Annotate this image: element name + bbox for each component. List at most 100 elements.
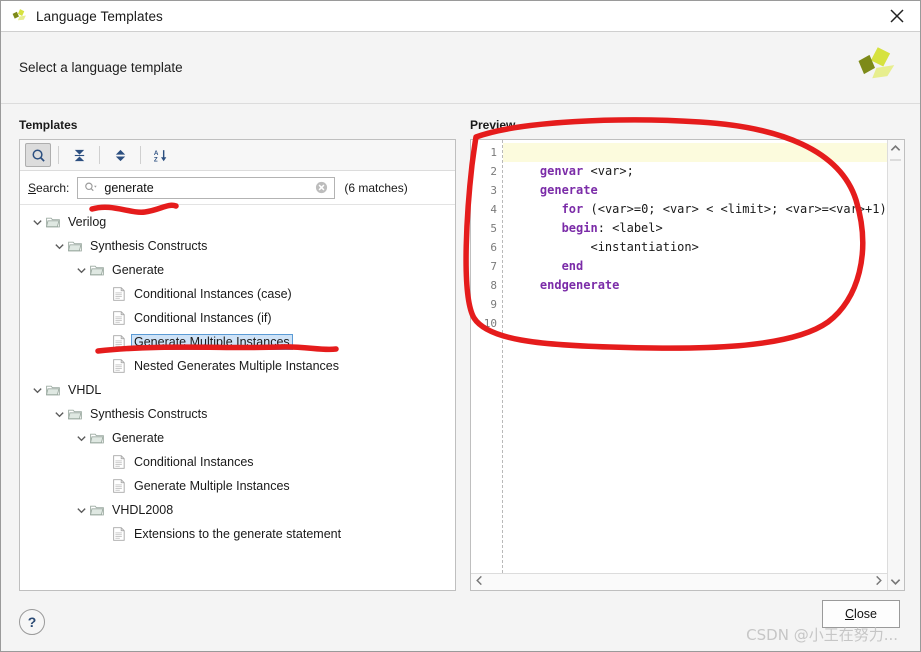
toolbar-separator bbox=[140, 146, 141, 164]
tree-item-label: Generate Multiple Instances bbox=[134, 479, 290, 493]
preview-panel: Preview 1 2 3 4 5 6 7 8 9 10 genvar <var>; genera… bbox=[470, 118, 905, 591]
dialog-header: Select a language template bbox=[1, 32, 920, 104]
tree-item[interactable]: Verilog bbox=[20, 210, 455, 234]
chevron-down-icon[interactable] bbox=[30, 385, 44, 396]
line-number: 9 bbox=[490, 298, 497, 311]
code-keyword: end bbox=[561, 259, 584, 273]
tree-item[interactable]: Synthesis Constructs bbox=[20, 234, 455, 258]
search-field[interactable] bbox=[77, 176, 336, 199]
title-bar: Language Templates bbox=[1, 1, 920, 32]
line-number: 5 bbox=[490, 222, 497, 235]
tree-item[interactable]: Conditional Instances (case) bbox=[20, 282, 455, 306]
code-line: <instantiation> bbox=[503, 238, 887, 257]
tree-item[interactable]: Conditional Instances (if) bbox=[20, 306, 455, 330]
search-row: Search: generate (6 matches) bbox=[20, 171, 455, 205]
preview-label: Preview bbox=[470, 118, 516, 132]
toolbar-separator bbox=[99, 146, 100, 164]
tree-item-label: Generate Multiple Instances bbox=[131, 334, 293, 350]
line-number: 7 bbox=[490, 260, 497, 273]
vivado-logo-icon bbox=[852, 44, 898, 91]
file-icon bbox=[110, 311, 128, 325]
chevron-right-icon[interactable] bbox=[873, 575, 884, 589]
search-input[interactable] bbox=[104, 180, 316, 195]
close-icon[interactable] bbox=[874, 1, 920, 31]
code-line: genvar <var>; bbox=[503, 162, 887, 181]
folder-icon bbox=[44, 216, 62, 228]
code-line: endgenerate bbox=[503, 276, 887, 295]
code-text: : <label> bbox=[597, 221, 663, 235]
tree-item[interactable]: Generate Multiple Instances bbox=[20, 474, 455, 498]
tree-item-label: Conditional Instances (if) bbox=[134, 311, 272, 325]
chevron-down-icon[interactable] bbox=[52, 241, 66, 252]
code-keyword: begin bbox=[561, 221, 598, 235]
code-keyword: genvar bbox=[539, 164, 584, 178]
sort-alpha-icon[interactable]: A Z bbox=[148, 143, 174, 167]
line-number: 8 bbox=[490, 279, 497, 292]
tree-item[interactable]: VHDL bbox=[20, 378, 455, 402]
expand-all-button[interactable] bbox=[107, 143, 133, 167]
scrollbar-thumb[interactable] bbox=[890, 159, 902, 161]
tree-item-label: Nested Generates Multiple Instances bbox=[134, 359, 339, 373]
tree-item-label: Extensions to the generate statement bbox=[134, 527, 342, 541]
code-content[interactable]: genvar <var>; generate for (<var>=0; <va… bbox=[503, 140, 887, 573]
collapse-all-button[interactable] bbox=[66, 143, 92, 167]
chevron-up-icon[interactable] bbox=[887, 140, 904, 157]
code-line bbox=[503, 143, 887, 162]
window-title: Language Templates bbox=[36, 8, 163, 24]
tree-item[interactable]: Nested Generates Multiple Instances bbox=[20, 354, 455, 378]
header-instruction: Select a language template bbox=[19, 60, 183, 75]
tree-item[interactable]: Generate Multiple Instances bbox=[20, 330, 455, 354]
clear-circle-icon[interactable] bbox=[315, 181, 328, 194]
chevron-down-icon[interactable] bbox=[74, 505, 88, 516]
code-line: generate bbox=[503, 181, 887, 200]
folder-icon bbox=[88, 504, 106, 516]
file-icon bbox=[110, 359, 128, 373]
tree-item[interactable]: Generate bbox=[20, 426, 455, 450]
line-number: 3 bbox=[490, 184, 497, 197]
tree-item[interactable]: Conditional Instances bbox=[20, 450, 455, 474]
tree-item-label: Synthesis Constructs bbox=[90, 407, 208, 421]
help-button[interactable]: ? bbox=[19, 608, 45, 635]
file-icon bbox=[110, 335, 128, 349]
chevron-down-icon[interactable] bbox=[74, 265, 88, 276]
chevron-down-icon[interactable] bbox=[74, 433, 88, 444]
tree-item-label: VHDL2008 bbox=[112, 503, 174, 517]
chevron-down-icon[interactable] bbox=[52, 409, 66, 420]
chevron-down-icon[interactable] bbox=[887, 573, 904, 590]
templates-toolbar: A Z bbox=[20, 140, 455, 171]
folder-icon bbox=[88, 264, 106, 276]
tree-item-label: Generate bbox=[112, 263, 165, 277]
tree-item-label: VHDL bbox=[68, 383, 102, 397]
line-number: 4 bbox=[490, 203, 497, 216]
code-keyword: for bbox=[561, 202, 584, 216]
folder-icon bbox=[66, 408, 84, 420]
chevron-down-icon[interactable] bbox=[30, 217, 44, 228]
line-number: 6 bbox=[490, 241, 497, 254]
search-dropdown-icon[interactable] bbox=[84, 181, 98, 194]
file-icon bbox=[110, 527, 128, 541]
tree-item[interactable]: Generate bbox=[20, 258, 455, 282]
file-icon bbox=[110, 287, 128, 301]
line-number: 1 bbox=[490, 146, 497, 159]
chevron-left-icon[interactable] bbox=[474, 575, 485, 589]
dialog-body: Templates A Z Search: generate (6 matche… bbox=[1, 104, 920, 591]
line-number: 2 bbox=[490, 165, 497, 178]
vertical-scrollbar[interactable] bbox=[886, 140, 904, 590]
close-button[interactable]: Close bbox=[822, 600, 900, 628]
line-number-gutter: 1 2 3 4 5 6 7 8 9 10 bbox=[471, 140, 503, 573]
language-templates-dialog: Language Templates Select a language tem… bbox=[0, 0, 921, 652]
horizontal-scrollbar[interactable] bbox=[471, 573, 887, 590]
tree-item[interactable]: Synthesis Constructs bbox=[20, 402, 455, 426]
tree-item[interactable]: Extensions to the generate statement bbox=[20, 522, 455, 546]
code-line: begin: <label> bbox=[503, 219, 887, 238]
templates-tree[interactable]: Verilog Synthesis Constructs Generate Condi… bbox=[20, 205, 455, 590]
tree-item[interactable]: VHDL2008 bbox=[20, 498, 455, 522]
search-toggle-button[interactable] bbox=[25, 143, 51, 167]
folder-icon bbox=[88, 432, 106, 444]
